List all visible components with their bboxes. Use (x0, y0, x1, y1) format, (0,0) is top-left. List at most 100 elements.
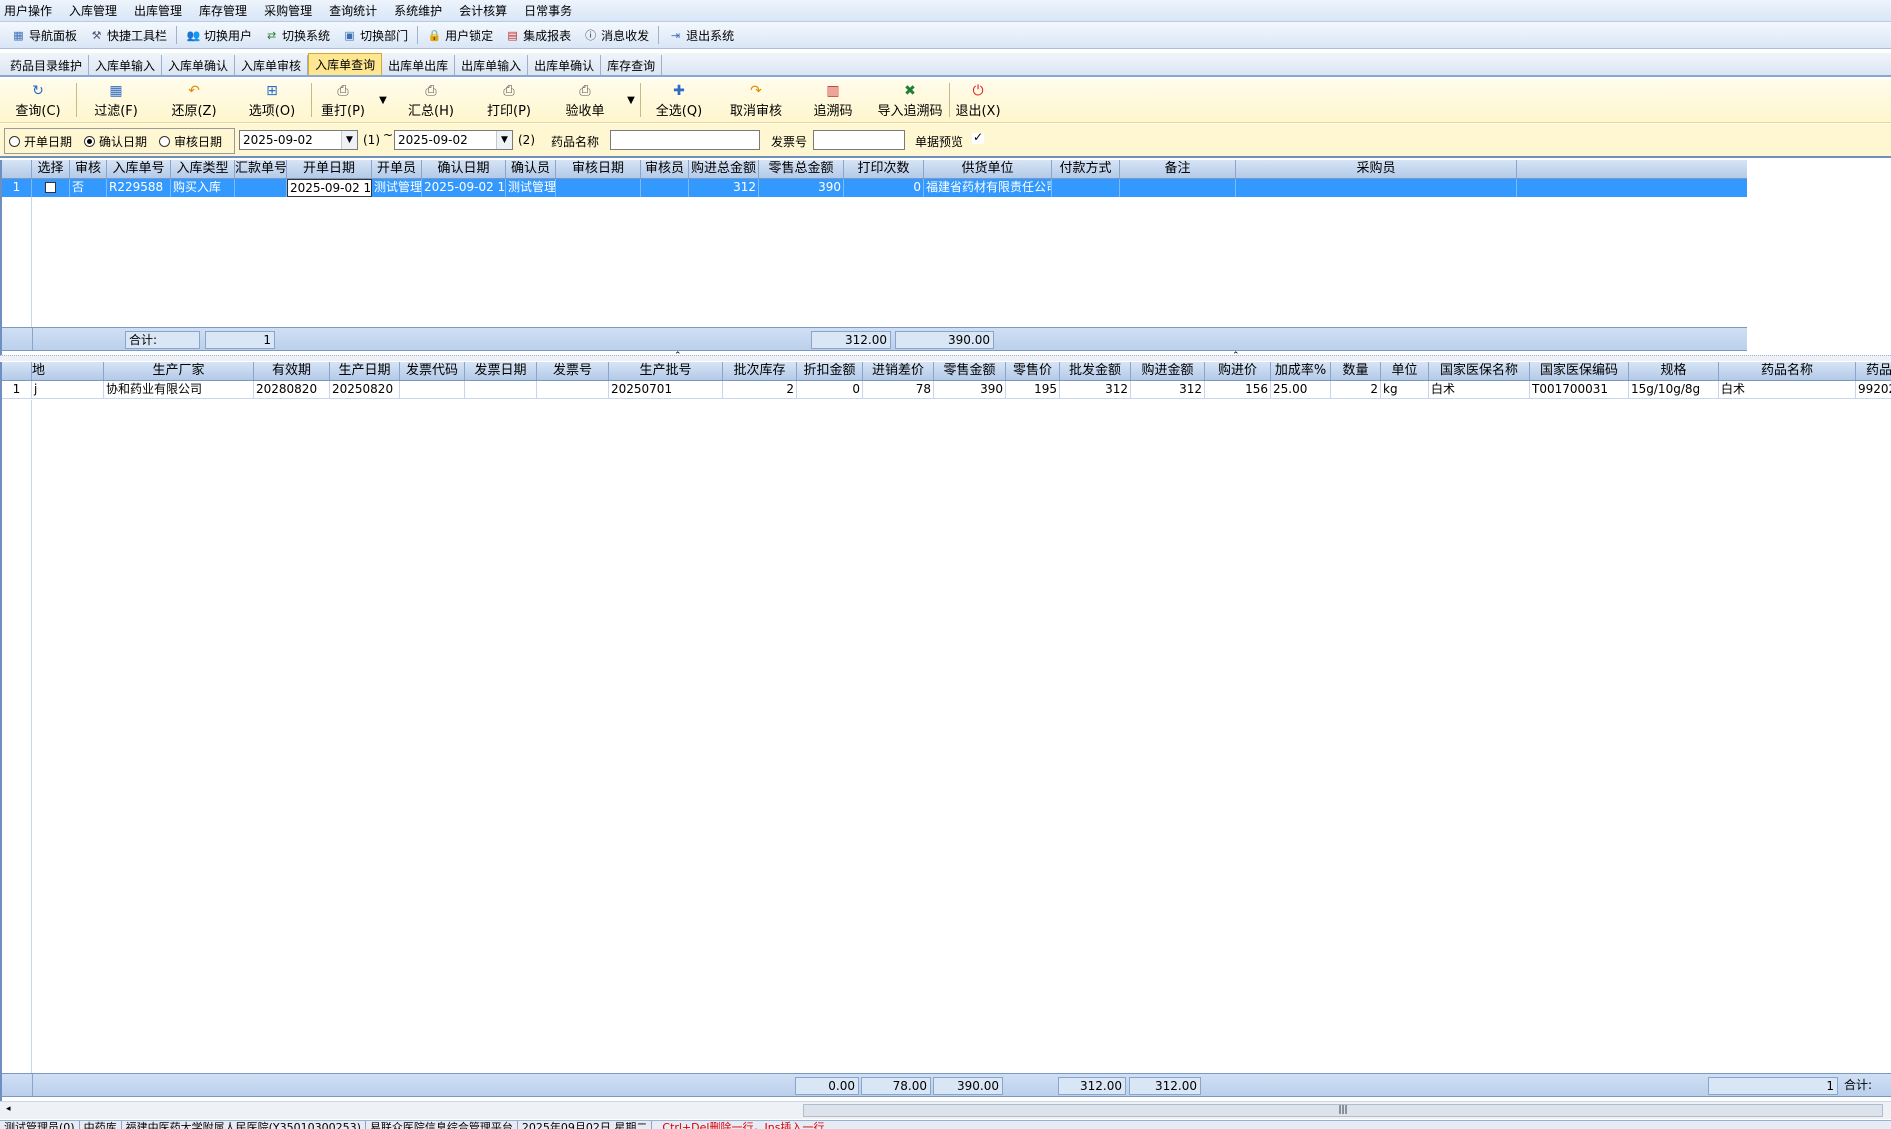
column-header[interactable]: 入库类型 (171, 160, 235, 178)
column-header[interactable]: 进销差价 (863, 362, 934, 380)
table-cell[interactable]: 2025-09-02 10: (422, 179, 506, 197)
column-header[interactable]: 药品名称 (1719, 362, 1856, 380)
table-cell[interactable]: 1 (2, 179, 32, 197)
restore-button[interactable]: ↶ 还原(Z) (155, 79, 233, 121)
column-header[interactable]: 审核 (70, 160, 107, 178)
column-header[interactable]: 开单日期 (287, 160, 372, 178)
table-cell[interactable]: 购买入库 (171, 179, 235, 197)
tab-0[interactable]: 药品目录维护 (4, 55, 90, 75)
exit-system-button[interactable]: ⇥ 退出系统 (665, 24, 737, 46)
menu-item-4[interactable]: 采购管理 (264, 2, 312, 19)
menu-item-7[interactable]: 会计核算 (459, 2, 507, 19)
summary-button[interactable]: ⎙ 汇总(H) (392, 79, 470, 121)
radio-open-date[interactable]: 开单日期 (9, 133, 72, 150)
table-cell[interactable]: kg (1381, 381, 1429, 398)
column-header[interactable]: 发票日期 (465, 362, 537, 380)
column-header[interactable]: 规格 (1629, 362, 1719, 380)
reports-button[interactable]: ▤ 集成报表 (502, 24, 574, 46)
table-cell[interactable]: 20250701 (609, 381, 723, 398)
tab-5[interactable]: 出库单出库 (382, 55, 456, 75)
cancel-audit-button[interactable]: ↷ 取消审核 (717, 79, 795, 121)
radio-confirm-date[interactable]: 确认日期 (84, 133, 147, 150)
table-cell[interactable]: 156 (1205, 381, 1271, 398)
table-cell[interactable] (400, 381, 465, 398)
collapse-up-icon[interactable]: ⌃ (674, 351, 682, 361)
column-header[interactable]: 确认日期 (422, 160, 506, 178)
table-cell[interactable]: 99202500 (1856, 381, 1891, 398)
table-cell[interactable]: 0 (797, 381, 863, 398)
column-header[interactable]: 批次库存 (723, 362, 797, 380)
column-header[interactable]: 购进金额 (1131, 362, 1205, 380)
query-button[interactable]: ↻ 查询(C) (0, 79, 76, 121)
trace-code-button[interactable]: ▥ 追溯码 (795, 79, 871, 121)
chevron-down-icon[interactable]: ▼ (341, 131, 357, 149)
table-cell[interactable]: 312 (1131, 381, 1205, 398)
switch-system-button[interactable]: ⇄ 切换系统 (261, 24, 333, 46)
column-header[interactable]: 地 (32, 362, 104, 380)
exit-button[interactable]: ⏻ 退出(X) (950, 79, 1006, 121)
select-checkbox[interactable] (32, 179, 70, 197)
select-all-button[interactable]: ✚ 全选(Q) (641, 79, 717, 121)
table-cell[interactable] (1236, 179, 1517, 197)
column-header[interactable]: 有效期 (254, 362, 330, 380)
preview-checkbox[interactable]: ✓ (972, 131, 984, 144)
table-cell[interactable]: 福建省药材有限责任公司 (924, 179, 1052, 197)
column-header[interactable]: 生产批号 (609, 362, 723, 380)
table-cell[interactable]: 0 (844, 179, 924, 197)
quick-toolbar-button[interactable]: ⚒ 快捷工具栏 (86, 24, 170, 46)
column-header[interactable]: 批发金额 (1060, 362, 1131, 380)
menu-item-0[interactable]: 用户操作 (4, 2, 52, 19)
table-cell[interactable]: 否 (70, 179, 107, 197)
column-header[interactable]: 打印次数 (844, 160, 924, 178)
reprint-button[interactable]: ⎙ 重打(P) (312, 79, 374, 121)
column-header[interactable]: 审核员 (641, 160, 689, 178)
drug-name-input[interactable] (610, 130, 760, 150)
table-cell[interactable]: j (32, 381, 104, 398)
radio-audit-date[interactable]: 审核日期 (159, 133, 222, 150)
table-cell[interactable]: 312 (689, 179, 759, 197)
table-cell[interactable] (1120, 179, 1236, 197)
menu-item-2[interactable]: 出库管理 (134, 2, 182, 19)
table-cell[interactable] (235, 179, 287, 197)
table-cell[interactable]: 白术 (1429, 381, 1530, 398)
table-cell[interactable]: 协和药业有限公司 (104, 381, 254, 398)
column-header[interactable]: 国家医保名称 (1429, 362, 1530, 380)
table-cell[interactable]: 25.00 (1271, 381, 1331, 398)
table-cell[interactable]: 15g/10g/8g (1629, 381, 1719, 398)
invoice-input[interactable] (813, 130, 905, 150)
menu-item-8[interactable]: 日常事务 (524, 2, 572, 19)
table-cell[interactable]: 78 (863, 381, 934, 398)
column-header[interactable]: 入库单号 (107, 160, 171, 178)
column-header[interactable] (2, 160, 32, 178)
column-header[interactable]: 发票代码 (400, 362, 465, 380)
menu-item-1[interactable]: 入库管理 (69, 2, 117, 19)
user-lock-button[interactable]: 🔒 用户锁定 (424, 24, 496, 46)
scroll-left-icon[interactable]: ◂ (6, 1104, 11, 1114)
table-cell[interactable] (1052, 179, 1120, 197)
switch-user-button[interactable]: 👥 切换用户 (183, 24, 255, 46)
table-cell[interactable]: 20250820 (330, 381, 400, 398)
column-header[interactable]: 发票号 (537, 362, 609, 380)
column-header[interactable]: 药品编 (1856, 362, 1891, 380)
tab-3[interactable]: 入库单审核 (235, 55, 309, 75)
column-header[interactable]: 国家医保编码 (1530, 362, 1629, 380)
menu-item-6[interactable]: 系统维护 (394, 2, 442, 19)
column-header[interactable]: 购进总金额 (689, 160, 759, 178)
table-cell[interactable]: 白术 (1719, 381, 1856, 398)
end-date-picker[interactable]: 2025-09-02 ▼ (394, 130, 513, 150)
table-cell[interactable]: 测试管理 (372, 179, 422, 197)
messages-button[interactable]: ⓘ 消息收发 (580, 24, 652, 46)
checkbox-icon[interactable] (45, 182, 56, 193)
tab-2[interactable]: 入库单确认 (162, 55, 236, 75)
table-cell[interactable] (537, 381, 609, 398)
column-header[interactable]: 加成率% (1271, 362, 1331, 380)
start-date-picker[interactable]: 2025-09-02 ▼ (239, 130, 358, 150)
table-cell[interactable]: 2025-09-02 10: (287, 179, 372, 197)
splitter[interactable]: ⌃ ⌃ (0, 351, 1891, 361)
table-row[interactable]: 1否R229588购买入库2025-09-02 10:测试管理2025-09-0… (2, 179, 1747, 197)
receipt-dropdown-icon[interactable]: ▼ (622, 79, 640, 121)
menu-item-5[interactable]: 查询统计 (329, 2, 377, 19)
column-header[interactable]: 零售金额 (934, 362, 1006, 380)
tab-1[interactable]: 入库单输入 (89, 55, 163, 75)
table-cell[interactable]: 测试管理 (506, 179, 556, 197)
